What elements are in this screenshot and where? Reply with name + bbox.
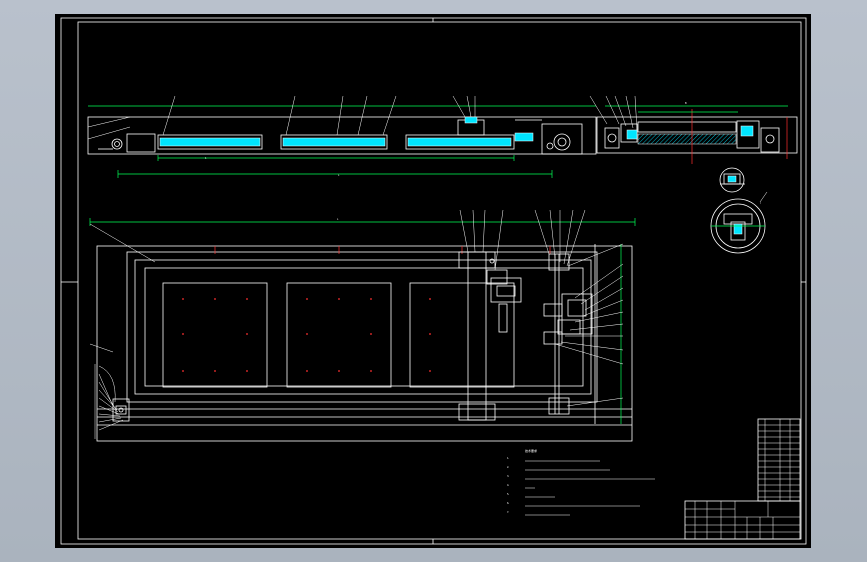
svg-text:L: L: [338, 174, 340, 177]
cad-viewport[interactable]: 1 L B I L 技术要求 1. 2. 3. 4. 5. 6. 7.: [55, 14, 811, 548]
note-line-3: 3.: [507, 475, 510, 478]
technical-notes: 技术要求 1. 2. 3. 4. 5. 6. 7.: [507, 448, 655, 516]
note-line-1: 1.: [507, 457, 510, 460]
svg-text:I: I: [760, 202, 761, 205]
note-line-2: 2.: [507, 466, 510, 469]
mounting-hole-marks: [182, 298, 431, 372]
sheet-outer-border: [60, 17, 807, 545]
svg-text:B: B: [685, 102, 687, 105]
notes-title: 技术要求: [525, 448, 537, 453]
plan-view: L: [89, 209, 636, 442]
svg-text:L: L: [337, 218, 339, 221]
note-line-6: 6.: [507, 502, 510, 505]
detail-views: I: [710, 167, 768, 254]
parts-list: [757, 418, 801, 502]
centering-marks: [61, 18, 806, 544]
sheet-inner-border: [77, 21, 802, 540]
title-block: [684, 500, 801, 540]
drawing-canvas: 1 L B I L 技术要求 1. 2. 3. 4. 5. 6. 7.: [60, 17, 807, 545]
end-section-view: B: [589, 95, 798, 164]
note-line-7: 7.: [507, 511, 510, 514]
svg-text:1: 1: [205, 157, 207, 160]
note-line-4: 4.: [507, 484, 510, 487]
side-elevation-view: 1 L: [87, 95, 597, 178]
note-line-5: 5.: [507, 493, 510, 496]
